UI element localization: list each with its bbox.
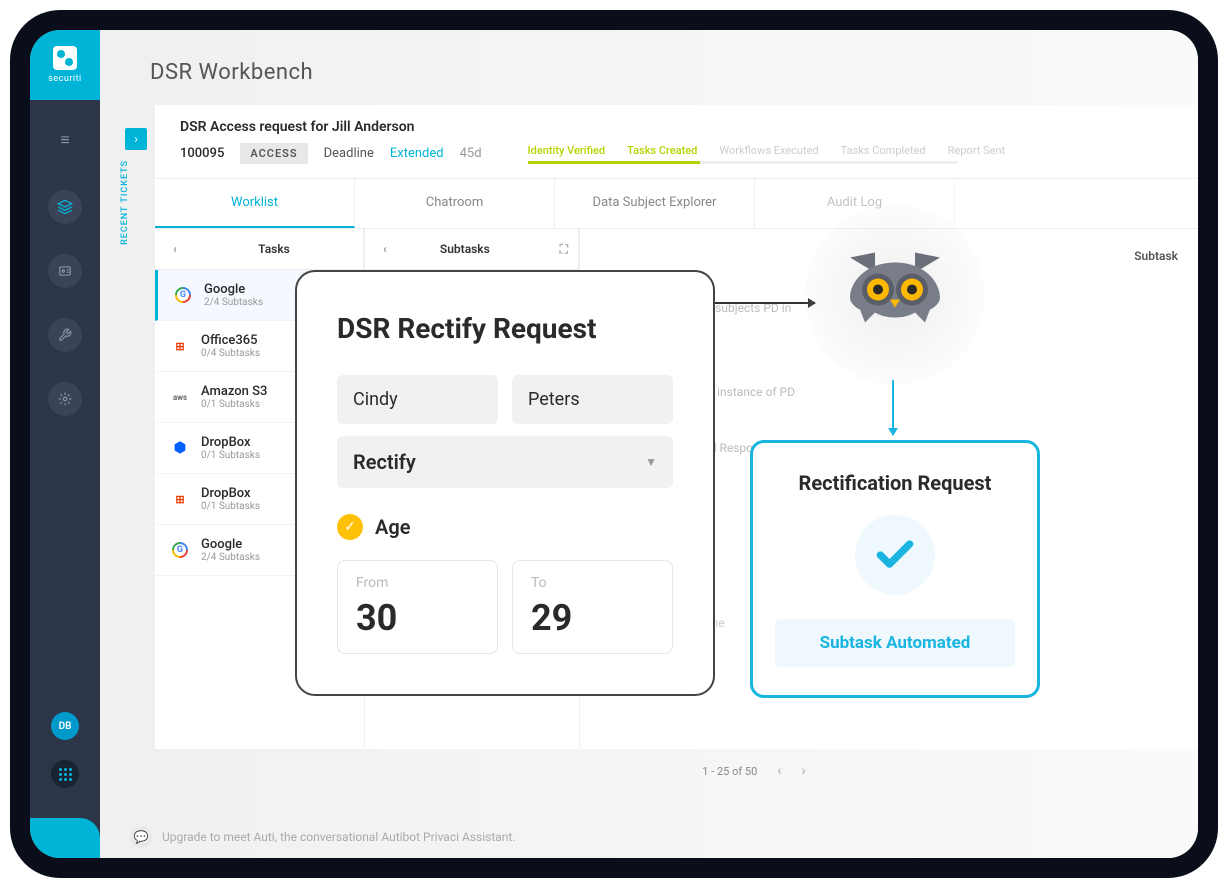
from-label: From xyxy=(356,575,479,591)
task-name: Google xyxy=(204,282,263,297)
brand-name: securiti xyxy=(48,74,81,84)
tasks-header: ‹ Tasks xyxy=(155,229,364,270)
logo-icon xyxy=(53,46,77,70)
deadline-days: 45d xyxy=(460,146,482,161)
request-id: 100095 xyxy=(180,146,224,161)
owl-icon xyxy=(840,248,950,343)
check-circle-icon: ✓ xyxy=(337,514,363,540)
request-header: DSR Access request for Jill Anderson 100… xyxy=(155,105,1198,179)
prev-page-button[interactable]: ‹ xyxy=(777,763,781,779)
from-box: From 30 xyxy=(337,560,498,654)
brand-logo[interactable]: securiti xyxy=(30,30,100,100)
progress-labels: Identity Verified Tasks Created Workflow… xyxy=(528,144,1173,157)
arrow-right-icon xyxy=(715,302,815,304)
google-icon xyxy=(172,284,194,306)
expand-icon[interactable]: ⛶ xyxy=(560,242,568,257)
pagination: 1 - 25 of 50 ‹ › xyxy=(310,749,1198,793)
office-icon: ⊞ xyxy=(169,335,191,357)
from-value: 30 xyxy=(356,597,479,639)
sidebar-bottom: DB xyxy=(51,712,79,788)
chat-icon: 💬 xyxy=(130,826,152,848)
task-subtask-count: 0/1 Subtasks xyxy=(201,450,260,461)
nav-cube-icon[interactable] xyxy=(48,190,82,224)
nav-wrench-icon[interactable] xyxy=(48,318,82,352)
sidebar-accent xyxy=(30,818,100,858)
result-check-circle xyxy=(855,515,935,595)
dropbox-icon: ⬢ xyxy=(169,437,191,459)
result-status-badge: Subtask Automated xyxy=(775,619,1015,667)
subtasks-header: ‹ Subtasks ⛶ xyxy=(365,229,579,270)
tab-data-subject-explorer[interactable]: Data Subject Explorer xyxy=(555,179,755,228)
rectification-result-card: Rectification Request Subtask Automated xyxy=(750,440,1040,698)
request-title: DSR Access request for Jill Anderson xyxy=(180,119,414,135)
to-value: 29 xyxy=(531,597,654,639)
apps-icon[interactable] xyxy=(51,760,79,788)
chevron-down-icon: ▼ xyxy=(645,455,657,469)
next-page-button[interactable]: › xyxy=(801,763,805,779)
tasks-header-label: Tasks xyxy=(258,242,290,256)
page-title: DSR Workbench xyxy=(100,30,1198,105)
expand-tickets-button[interactable]: › xyxy=(125,128,147,150)
field-label: Age xyxy=(375,515,411,539)
pagination-text: 1 - 25 of 50 xyxy=(702,765,757,778)
user-avatar[interactable]: DB xyxy=(51,712,79,740)
rectify-request-card: DSR Rectify Request Cindy Peters Rectify… xyxy=(295,270,715,696)
sidebar: securiti ≡ DB xyxy=(30,30,100,858)
last-name-field[interactable]: Peters xyxy=(512,375,673,424)
to-label: To xyxy=(531,575,654,591)
tab-worklist[interactable]: Worklist xyxy=(155,179,355,228)
subtasks-header-label: Subtasks xyxy=(440,242,490,256)
task-name: Google xyxy=(201,537,260,552)
task-name: DropBox xyxy=(201,435,260,450)
progress-step: Tasks Completed xyxy=(841,144,926,157)
deadline-status[interactable]: Extended xyxy=(390,146,444,161)
request-type-tag: ACCESS xyxy=(240,143,307,164)
rectify-title: DSR Rectify Request xyxy=(337,312,673,345)
tab-chatroom[interactable]: Chatroom xyxy=(355,179,555,228)
task-name: Amazon S3 xyxy=(201,384,267,399)
progress-step: Tasks Created xyxy=(627,144,697,157)
nav-gear-icon[interactable] xyxy=(48,382,82,416)
progress-step: Identity Verified xyxy=(528,144,606,157)
arrow-down-icon xyxy=(892,380,894,435)
upgrade-bar[interactable]: 💬 Upgrade to meet Auti, the conversation… xyxy=(100,816,1198,858)
hamburger-icon[interactable]: ≡ xyxy=(60,130,69,150)
progress-bar xyxy=(528,161,958,164)
nav-icons xyxy=(48,190,82,416)
progress-step: Workflows Executed xyxy=(719,144,818,157)
action-select[interactable]: Rectify ▼ xyxy=(337,436,673,488)
check-icon xyxy=(873,533,917,577)
task-name: DropBox xyxy=(201,486,260,501)
action-select-value: Rectify xyxy=(353,450,416,474)
task-subtask-count: 0/4 Subtasks xyxy=(201,348,260,359)
back-icon[interactable]: ‹ xyxy=(165,239,185,259)
task-subtask-count: 0/1 Subtasks xyxy=(201,399,267,410)
task-name: Office365 xyxy=(201,333,260,348)
recent-tickets-label[interactable]: RECENT TICKETS xyxy=(120,160,130,245)
tabs: Worklist Chatroom Data Subject Explorer … xyxy=(155,179,1198,229)
progress-step: Report Sent xyxy=(948,144,1005,157)
back-icon[interactable]: ‹ xyxy=(375,239,395,259)
nav-id-icon[interactable] xyxy=(48,254,82,288)
task-subtask-count: 2/4 Subtasks xyxy=(201,552,260,563)
office-icon: ⊞ xyxy=(169,488,191,510)
google-icon xyxy=(169,539,191,561)
to-box: To 29 xyxy=(512,560,673,654)
aws-icon: aws xyxy=(169,386,191,408)
first-name-field[interactable]: Cindy xyxy=(337,375,498,424)
task-subtask-count: 0/1 Subtasks xyxy=(201,501,260,512)
deadline-label: Deadline xyxy=(324,146,374,161)
task-subtask-count: 2/4 Subtasks xyxy=(204,297,263,308)
owl-bot xyxy=(805,205,985,385)
result-title: Rectification Request xyxy=(775,471,1015,495)
upgrade-text: Upgrade to meet Auti, the conversational… xyxy=(162,830,516,844)
